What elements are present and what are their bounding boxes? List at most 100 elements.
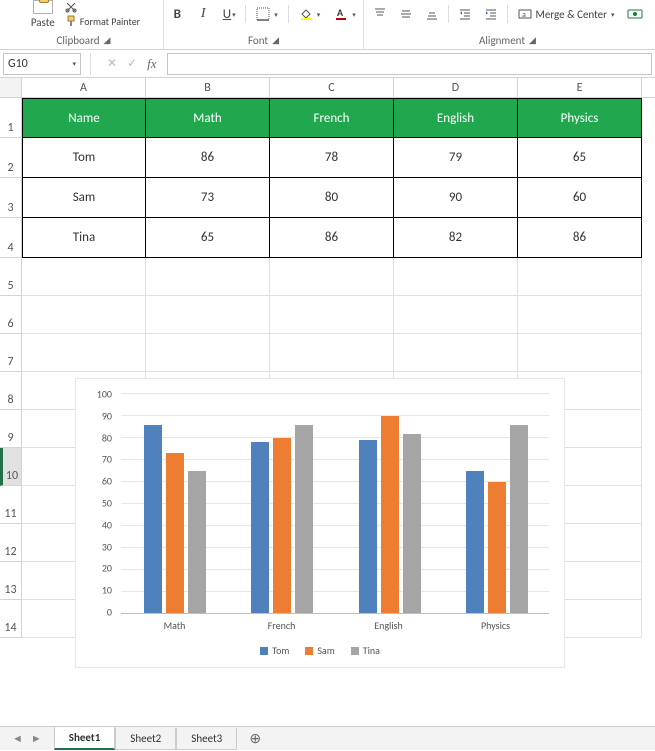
merge-center-button[interactable]: a Merge & Center▾ [514,4,618,24]
paste-button[interactable]: Paste [27,0,59,29]
row-header[interactable]: 3 [0,178,22,218]
row-header[interactable]: 14 [0,600,22,638]
table-header-cell[interactable]: Physics [518,98,642,138]
row-header[interactable]: 11 [0,486,22,524]
column-header[interactable]: C [270,78,394,97]
alignment-dialog-launcher[interactable]: ◢ [529,35,536,46]
decrease-indent-button[interactable] [455,4,475,24]
chart-bar [488,482,506,614]
align-bottom-icon [425,7,439,21]
row-header[interactable]: 6 [0,296,22,334]
align-middle-icon [399,7,413,21]
insert-function-button[interactable]: fx [147,56,156,72]
row-header[interactable]: 13 [0,562,22,600]
table-cell[interactable]: 79 [394,138,518,178]
empty-cell[interactable] [394,296,518,334]
chart-bar [166,453,184,614]
table-cell[interactable]: 90 [394,178,518,218]
column-header[interactable]: E [518,78,642,97]
row-header[interactable]: 12 [0,524,22,562]
clipboard-dialog-launcher[interactable]: ◢ [104,35,111,46]
cancel-formula-button[interactable]: ✕ [107,56,117,71]
table-cell[interactable]: Tom [22,138,146,178]
font-color-button[interactable]: A▾ [330,4,360,24]
table-cell[interactable]: 60 [518,178,642,218]
table-header-cell[interactable]: Name [22,98,146,138]
column-header[interactable]: B [146,78,270,97]
legend-item: Tina [351,644,380,657]
row-header[interactable]: 8 [0,372,22,410]
table-cell[interactable]: 65 [146,218,270,258]
x-tick-label: Physics [442,619,549,632]
empty-cell[interactable] [518,296,642,334]
table-cell[interactable]: 65 [518,138,642,178]
table-cell[interactable]: 73 [146,178,270,218]
row-header[interactable]: 5 [0,258,22,296]
table-cell[interactable]: 78 [270,138,394,178]
empty-cell[interactable] [22,296,146,334]
sheet-tab[interactable]: Sheet1 [54,727,116,750]
bucket-icon [299,7,313,21]
name-box[interactable]: G10 ▾ [3,53,81,75]
chart-bar [466,471,484,614]
empty-cell[interactable] [518,258,642,296]
select-all-corner[interactable] [0,78,22,97]
sheet-tab[interactable]: Sheet2 [115,728,176,750]
merge-icon: a [518,7,532,21]
new-sheet-button[interactable]: ⊕ [243,727,267,751]
currency-button[interactable] [625,4,645,24]
embedded-chart[interactable]: 0102030405060708090100 MathFrenchEnglish… [75,378,565,668]
align-bottom-button[interactable] [422,4,442,24]
row-header[interactable]: 1 [0,98,22,138]
row-header[interactable]: 2 [0,138,22,178]
row-header[interactable]: 9 [0,410,22,448]
tab-nav-next[interactable]: ► [31,732,42,745]
column-header[interactable]: D [394,78,518,97]
column-header[interactable]: A [22,78,146,97]
tab-nav-prev[interactable]: ◄ [12,732,23,745]
table-cell[interactable]: Sam [22,178,146,218]
align-middle-button[interactable] [396,4,416,24]
formula-input[interactable] [167,53,652,75]
table-cell[interactable]: 82 [394,218,518,258]
brush-icon [65,15,77,27]
y-tick-label: 40 [102,518,112,531]
empty-cell[interactable] [270,258,394,296]
table-cell[interactable]: 86 [146,138,270,178]
empty-cell[interactable] [270,334,394,372]
font-dialog-launcher[interactable]: ◢ [272,35,279,46]
underline-button[interactable]: U▾ [219,4,239,24]
align-top-button[interactable] [370,4,390,24]
table-header-cell[interactable]: French [270,98,394,138]
empty-cell[interactable] [146,334,270,372]
table-cell[interactable]: 86 [270,218,394,258]
chart-bar [403,434,421,614]
borders-button[interactable]: ▾ [252,4,282,24]
align-top-icon [373,7,387,21]
bold-button[interactable]: B [167,4,187,24]
increase-indent-button[interactable] [481,4,501,24]
empty-cell[interactable] [146,258,270,296]
row-header[interactable]: 7 [0,334,22,372]
empty-cell[interactable] [22,258,146,296]
italic-button[interactable]: I [193,4,213,24]
empty-cell[interactable] [394,258,518,296]
table-cell[interactable]: Tina [22,218,146,258]
empty-cell[interactable] [394,334,518,372]
row-header[interactable]: 4 [0,218,22,258]
sheet-tab[interactable]: Sheet3 [176,728,237,750]
empty-cell[interactable] [146,296,270,334]
table-cell[interactable]: 86 [518,218,642,258]
cut-button[interactable] [65,1,140,13]
enter-formula-button[interactable]: ✓ [127,56,137,71]
table-header-cell[interactable]: English [394,98,518,138]
fill-color-button[interactable]: ▾ [295,4,325,24]
outdent-icon [458,7,472,21]
table-header-cell[interactable]: Math [146,98,270,138]
empty-cell[interactable] [518,334,642,372]
empty-cell[interactable] [22,334,146,372]
table-cell[interactable]: 80 [270,178,394,218]
row-header[interactable]: 10 [0,448,22,486]
format-painter-button[interactable]: Format Painter [65,15,140,28]
empty-cell[interactable] [270,296,394,334]
